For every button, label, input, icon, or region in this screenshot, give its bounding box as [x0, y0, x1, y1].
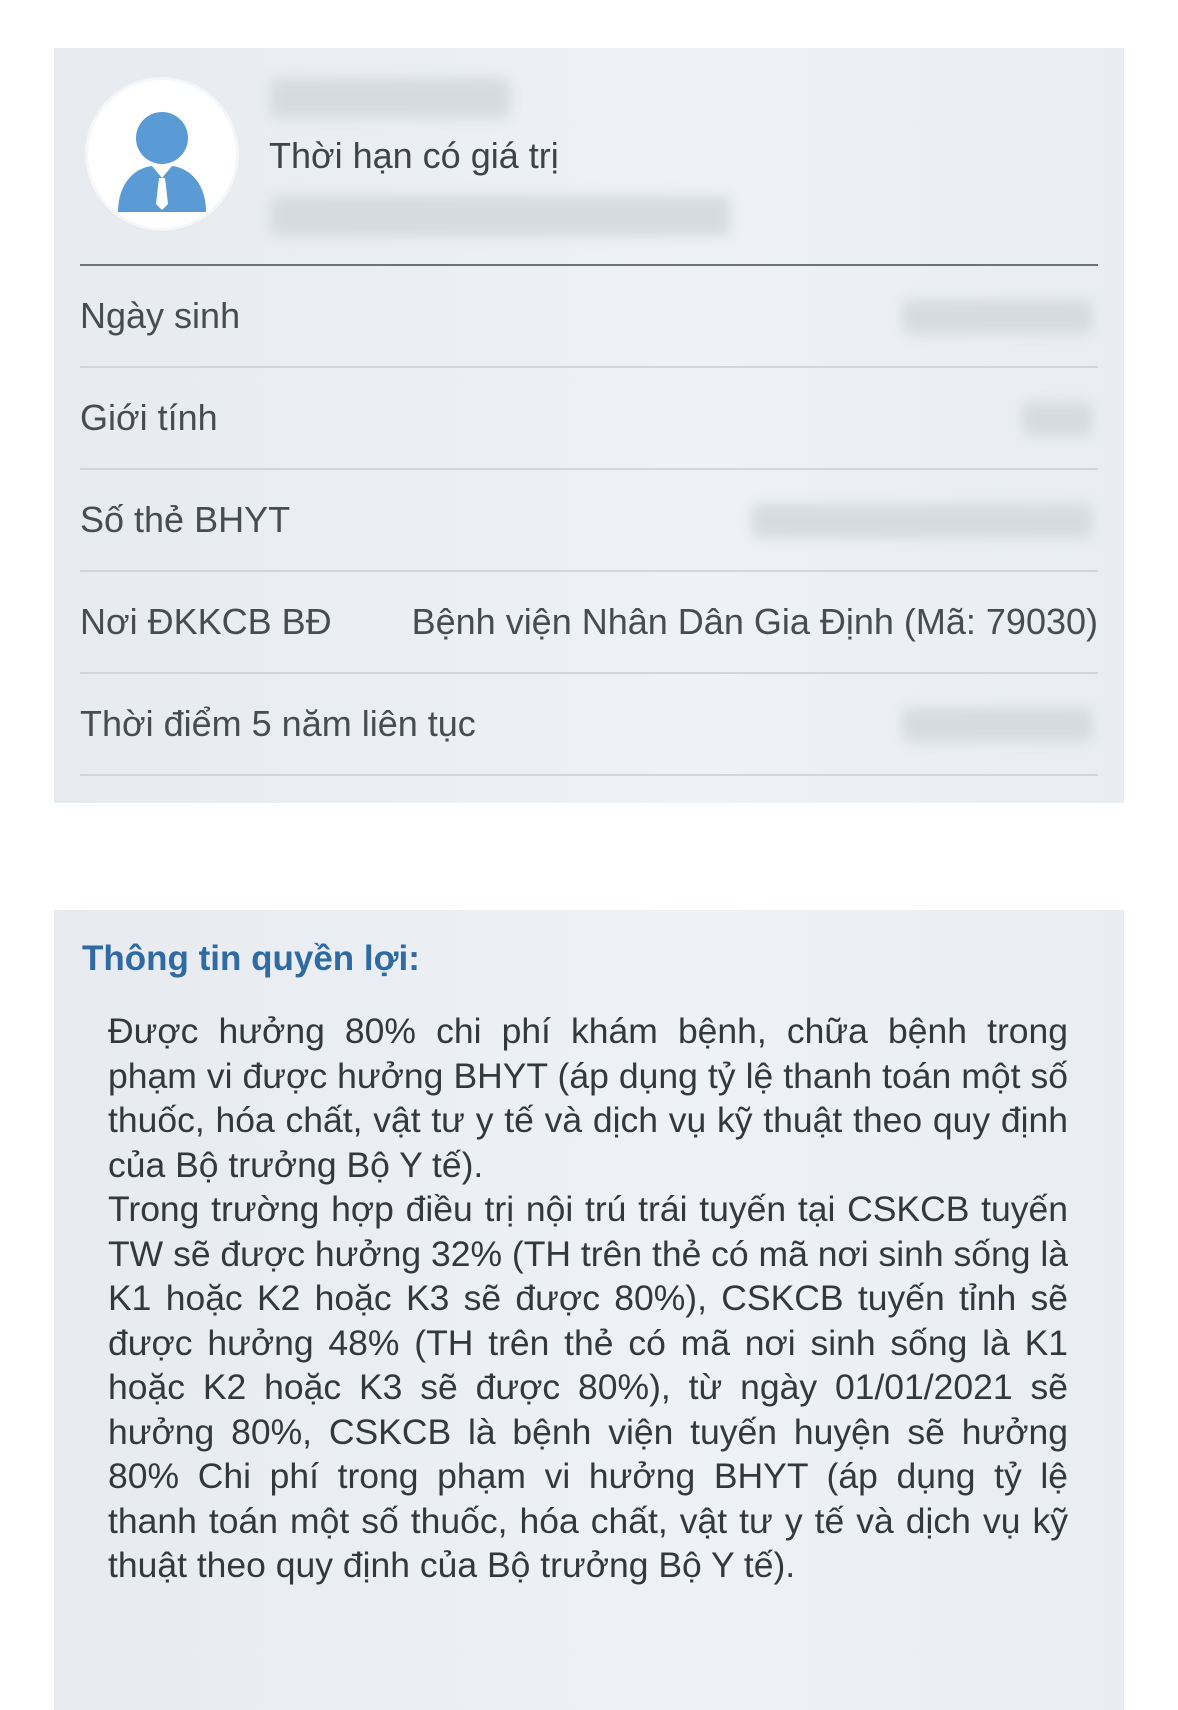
row-label: Số thẻ BHYT: [80, 499, 291, 540]
row-label: Thời điểm 5 năm liên tục: [80, 703, 476, 744]
row-card-number: Số thẻ BHYT: [80, 470, 1098, 572]
avatar: [88, 80, 236, 228]
benefit-paragraph: Trong trường hợp điều trị nội trú trái t…: [108, 1189, 1068, 1585]
redacted-five-year-date: [902, 708, 1092, 742]
benefit-title: Thông tin quyền lợi:: [82, 939, 420, 978]
row-five-year-date: Thời điểm 5 năm liên tục: [80, 674, 1098, 776]
row-registered-facility: Nơi ĐKKCB BĐ Bệnh viện Nhân Dân Gia Định…: [80, 572, 1098, 674]
redacted-date-of-birth: [902, 300, 1092, 334]
row-gender: Giới tính: [80, 368, 1098, 470]
redacted-gender: [1022, 402, 1092, 436]
insurance-card-panel: Thời hạn có giá trị Ngày sinh Giới tính …: [54, 48, 1124, 803]
row-label: Ngày sinh: [80, 295, 241, 336]
row-label: Giới tính: [80, 397, 218, 438]
user-silhouette-icon: [118, 112, 206, 212]
row-label: Nơi ĐKKCB BĐ: [80, 601, 332, 642]
registered-facility-value: Bệnh viện Nhân Dân Gia Định (Mã: 79030): [411, 601, 1098, 642]
validity-label: Thời hạn có giá trị: [269, 135, 559, 176]
benefit-paragraph: Được hưởng 80% chi phí khám bệnh, chữa b…: [108, 1011, 1068, 1185]
redacted-card-number: [752, 504, 1092, 538]
row-date-of-birth: Ngày sinh: [80, 266, 1098, 368]
benefit-info-panel: Thông tin quyền lợi: Được hưởng 80% chi …: [54, 910, 1124, 1710]
redacted-validity-period: [270, 196, 730, 236]
benefit-text: Được hưởng 80% chi phí khám bệnh, chữa b…: [108, 1009, 1068, 1588]
redacted-name: [270, 78, 510, 118]
